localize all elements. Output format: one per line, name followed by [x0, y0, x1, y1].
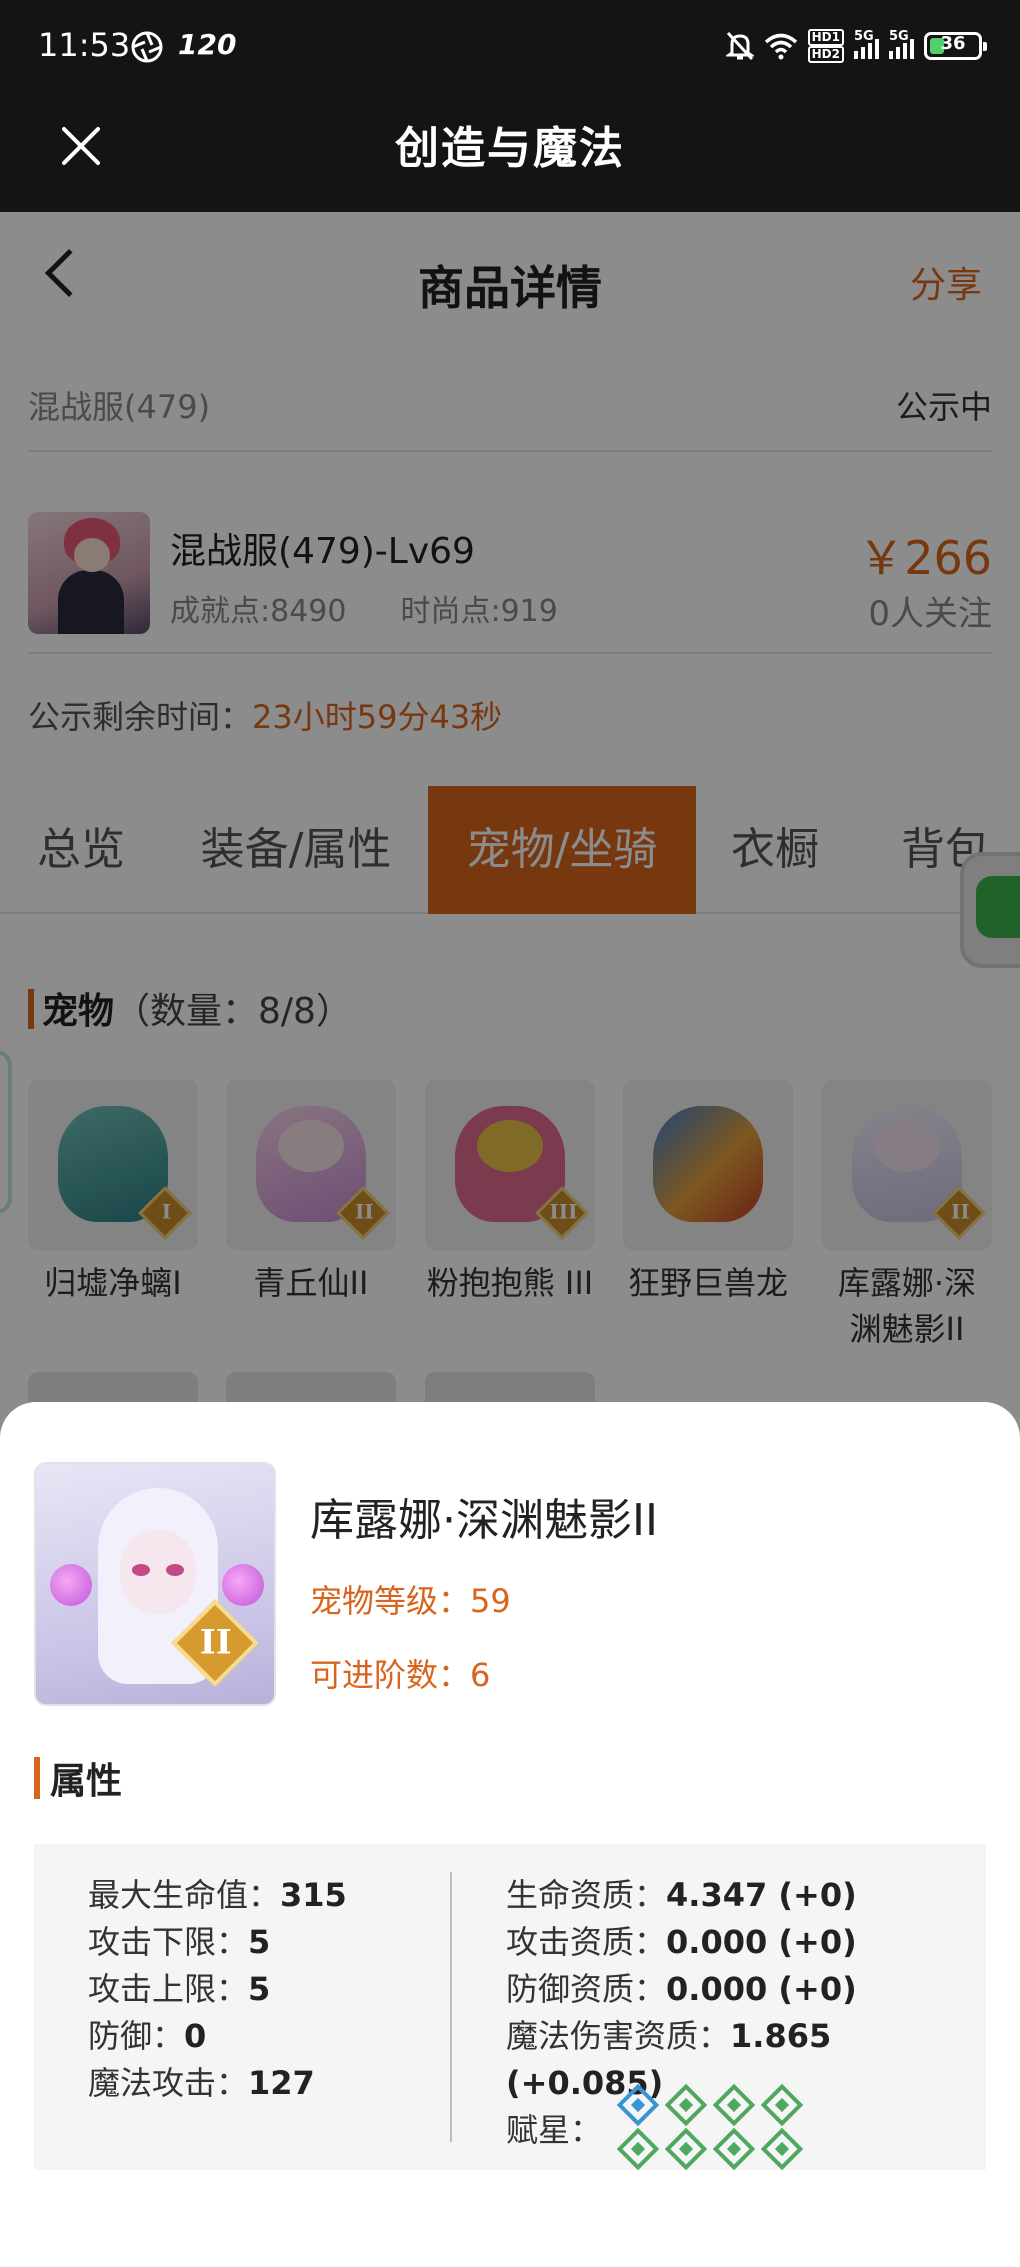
- wifi-icon: [764, 33, 797, 60]
- attributes-panel: 最大生命值：315 攻击下限：5 攻击上限：5 防御：0 魔法攻击：127 生命…: [34, 1844, 986, 2171]
- attr-defense: 防御：0: [88, 2017, 207, 2055]
- app-bar: 创造与魔法: [0, 92, 1020, 212]
- star-icon: [712, 2083, 756, 2127]
- attr-attack-max: 攻击上限：5: [88, 1970, 271, 2008]
- apt-attack: 攻击资质：0.000 (+0): [506, 1923, 857, 1961]
- star-icon: [760, 2127, 804, 2171]
- star-rating: [614, 2082, 814, 2171]
- attr-max-hp: 最大生命值：315: [88, 1876, 347, 1914]
- status-icons: HD1 HD2 5G 5G 36: [725, 24, 987, 68]
- status-time: 11:53: [38, 26, 131, 64]
- base-attributes: 最大生命值：315 攻击下限：5 攻击上限：5 防御：0 魔法攻击：127: [88, 1872, 347, 2107]
- pet-level: 宠物等级：59: [310, 1582, 511, 1620]
- signal-icon: 5G: [854, 29, 879, 59]
- star-icon: [664, 2127, 708, 2171]
- pet-advance-count: 可进阶数：6: [310, 1656, 491, 1694]
- attr-attack-min: 攻击下限：5: [88, 1923, 271, 1961]
- attr-magic-attack: 魔法攻击：127: [88, 2064, 315, 2102]
- hd-icon: HD1 HD2: [807, 29, 844, 63]
- apt-defense: 防御资质：0.000 (+0): [506, 1970, 857, 2008]
- pet-detail-image: II: [34, 1462, 276, 1706]
- attributes-title: 属性: [34, 1752, 122, 1804]
- star-icon: [664, 2083, 708, 2127]
- apt-hp: 生命资质：4.347 (+0): [506, 1876, 857, 1914]
- divider: [450, 1872, 452, 2142]
- app-title: 创造与魔法: [395, 123, 625, 174]
- signal-icon-2: 5G: [889, 29, 914, 59]
- star-icon: [616, 2083, 660, 2127]
- refresh-rate: 120: [178, 28, 237, 61]
- pet-detail-sheet: II 库露娜·深渊魅影II 宠物等级：59 可进阶数：6 属性 最大生命值：31…: [0, 1402, 1020, 2267]
- status-bar: 11:53 120 HD1 HD2 5G 5G 36: [0, 0, 1020, 92]
- battery-icon: 36: [924, 32, 987, 60]
- bell-muted-icon: [725, 31, 754, 61]
- aperture-icon: [131, 31, 163, 63]
- pet-detail-name: 库露娜·深渊魅影II: [310, 1495, 658, 1546]
- star-icon: [760, 2083, 804, 2127]
- star-icon: [712, 2127, 756, 2171]
- star-icon: [616, 2127, 660, 2171]
